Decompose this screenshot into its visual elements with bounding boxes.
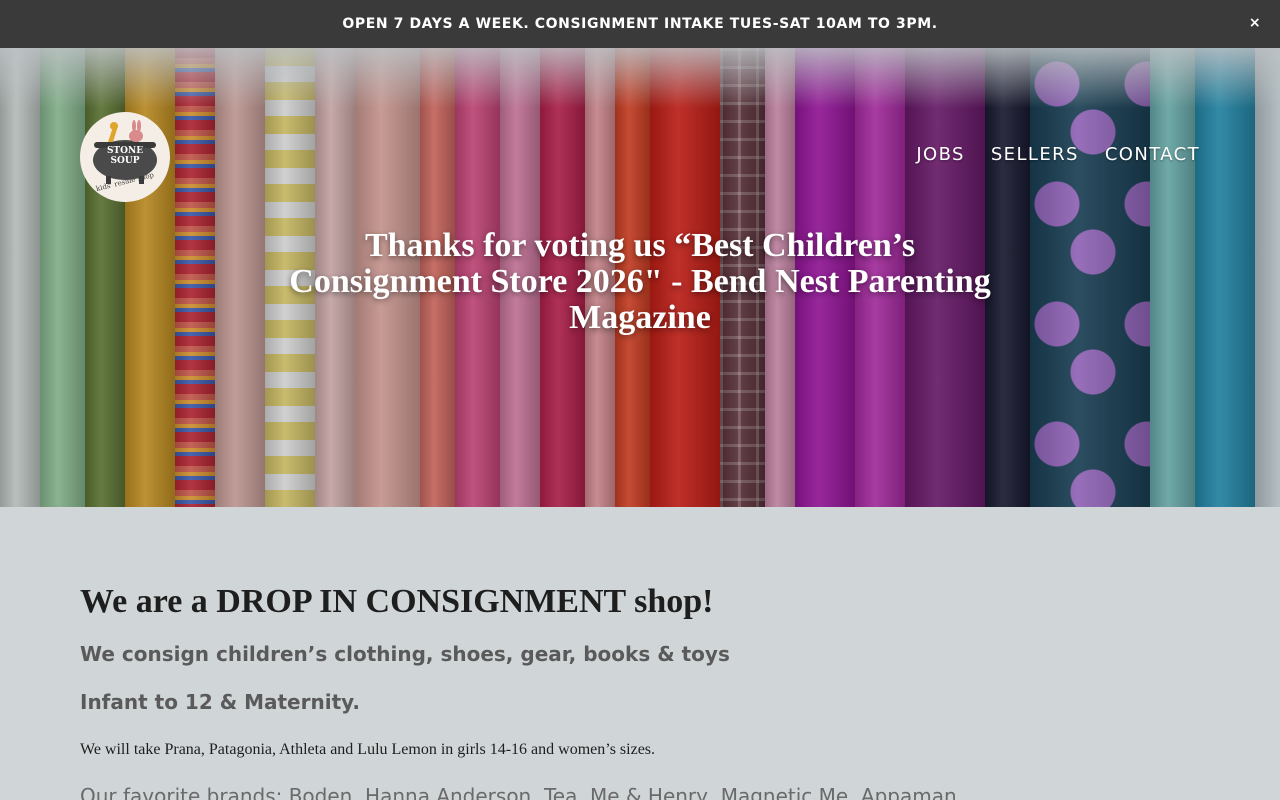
hero-banner: STONE SOUP kids' resale shop JOBS SELLER… [0,48,1280,507]
page-heading: We are a DROP IN CONSIGNMENT shop! [80,583,714,620]
close-icon[interactable]: × [1246,14,1264,32]
hero-title: Thanks for voting us “Best Children’s Co… [289,227,991,336]
main-content: We are a DROP IN CONSIGNMENT shop! We co… [80,582,1200,800]
nav-link-jobs[interactable]: JOBS [916,144,965,165]
size-range: Infant to 12 & Maternity. [80,690,360,714]
logo-name: STONE SOUP [106,146,144,166]
nav-link-contact[interactable]: CONTACT [1105,144,1200,165]
nav-link-sellers[interactable]: SELLERS [991,144,1079,165]
announcement-text: OPEN 7 DAYS A WEEK. CONSIGNMENT INTAKE T… [342,16,938,32]
announcement-bar: OPEN 7 DAYS A WEEK. CONSIGNMENT INTAKE T… [0,0,1280,48]
main-nav: JOBS SELLERS CONTACT [916,144,1200,165]
favorite-brands: Our favorite brands: Boden, Hanna Anders… [80,784,957,800]
consign-categories: We consign children’s clothing, shoes, g… [80,642,730,666]
store-logo[interactable]: STONE SOUP kids' resale shop [80,112,170,202]
brands-note: We will take Prana, Patagonia, Athleta a… [80,741,656,758]
